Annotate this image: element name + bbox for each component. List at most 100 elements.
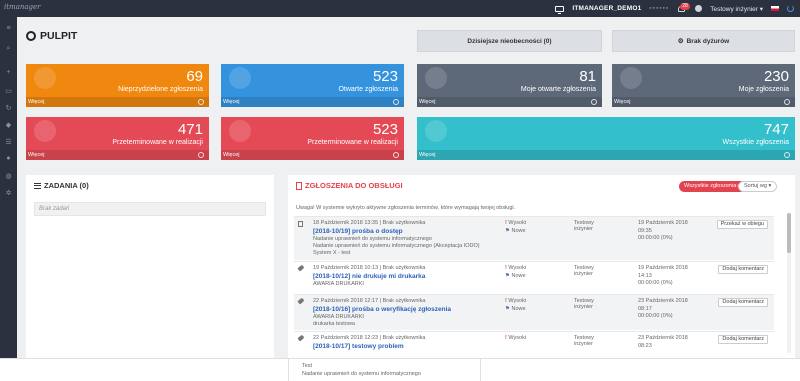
sort-by-button[interactable]: Sortuj wg ▾ bbox=[738, 181, 778, 192]
tile-more-link[interactable]: Więcej bbox=[221, 150, 404, 160]
tile-my-open[interactable]: 81 Moje otwarte zgłoszenia Więcej bbox=[417, 64, 602, 107]
tile-background-icon bbox=[425, 120, 447, 142]
document-icon bbox=[296, 181, 302, 190]
tile-label: Otwarte zgłoszenia bbox=[338, 86, 398, 93]
arrow-circle-icon bbox=[784, 99, 790, 105]
user-menu[interactable]: Testowy inżynier ▾ bbox=[710, 5, 763, 13]
tickets-panel: ZGŁOSZENIA DO OBSŁUGI Wszystkie zgłoszen… bbox=[288, 175, 795, 358]
duties-icon: ⚙ bbox=[677, 38, 684, 45]
ticket-priority: ! Wysoki bbox=[505, 265, 527, 271]
tile-number: 230 bbox=[763, 68, 789, 85]
organization-suffix: ▪▪▪▪▪▪ bbox=[649, 5, 670, 12]
power-icon[interactable] bbox=[787, 5, 794, 12]
tile-background-icon bbox=[34, 120, 56, 142]
duties-button[interactable]: ⚙ Brak dyżurów bbox=[612, 30, 795, 52]
ticket-title-link[interactable]: [2018-10/17] testowy problem bbox=[313, 343, 404, 350]
list-icon bbox=[34, 182, 41, 189]
tile-more-link[interactable]: Więcej bbox=[612, 97, 795, 107]
ticket-row[interactable]: 22 Październik 2018 12:17 | Brak użytkow… bbox=[294, 294, 774, 330]
tile-number: 523 bbox=[372, 68, 398, 85]
ticket-elapsed: 00:00:00 (0%) bbox=[638, 313, 673, 319]
tile-more-link[interactable]: Więcej bbox=[26, 150, 209, 160]
overdue-notice: Uwaga! W systemie wykryto aktywne zgłosz… bbox=[296, 205, 516, 211]
tile-label: Przeterminowane w realizacji bbox=[112, 139, 203, 146]
ticket-deadline-date: 19 Październik 2018 09:35 bbox=[638, 220, 688, 234]
ticket-title-link[interactable]: [2018-10/16] prośba o weryfikację zgłosz… bbox=[313, 306, 451, 313]
ticket-priority-text: Wysoki bbox=[508, 298, 527, 304]
plus-icon[interactable]: + bbox=[4, 69, 13, 76]
ticket-category: Nadanie uprawnień do systemu informatycz… bbox=[313, 236, 432, 242]
tile-number: 523 bbox=[372, 121, 398, 138]
ticket-row[interactable]: 19 Październik 2018 10:13 | Brak użytkow… bbox=[294, 261, 774, 293]
ticket-status: ⚑ Nowe bbox=[505, 273, 526, 279]
tile-open[interactable]: 523 Otwarte zgłoszenia Więcej bbox=[221, 64, 404, 107]
organization-name[interactable]: ITMANAGER_DEMO1 bbox=[572, 5, 641, 12]
page-title: PULPIT bbox=[26, 30, 77, 42]
ticket-row[interactable]: 22 Październik 2018 12:23 | Brak użytkow… bbox=[294, 331, 774, 358]
scrollbar-thumb[interactable] bbox=[787, 213, 791, 253]
ticket-assignee: Testowy inżynier bbox=[574, 335, 594, 347]
globe-icon[interactable]: ◍ bbox=[4, 172, 13, 180]
menu-icon[interactable]: ≡ bbox=[4, 25, 13, 32]
top-bar-right: ITMANAGER_DEMO1 ▪▪▪▪▪▪ 28 Testowy inżyni… bbox=[555, 0, 794, 17]
sidebar: ≡ ⌕ + ▭ ↻ ◆ ☰ ● ◍ ✲ bbox=[0, 17, 17, 381]
notifications-button[interactable]: 28 bbox=[677, 2, 690, 14]
tasks-panel: ZADANIA (0) Brak zadań bbox=[26, 175, 274, 358]
divider bbox=[480, 359, 481, 381]
tile-more-link[interactable]: Więcej bbox=[26, 97, 209, 107]
tile-mine[interactable]: 230 Moje zgłoszenia Więcej bbox=[612, 64, 795, 107]
absences-button[interactable]: Dzisiejsze nieobecności (0) bbox=[417, 30, 602, 52]
ticket-date: 22 Październik 2018 12:17 | Brak użytkow… bbox=[313, 298, 426, 304]
tile-overdue-2[interactable]: 523 Przeterminowane w realizacji Więcej bbox=[221, 117, 404, 160]
all-tickets-filter-button[interactable]: Wszystkie zgłoszenia ▸ bbox=[679, 181, 746, 192]
tasks-empty-message: Brak zadań bbox=[34, 202, 266, 216]
ticket-detail: Nadanie uprawnień do systemu informatycz… bbox=[313, 243, 480, 249]
tile-overdue-1[interactable]: 471 Przeterminowane w realizacji Więcej bbox=[26, 117, 209, 160]
ticket-title-link[interactable]: [2018-10/12] nie drukuje mi drukarka bbox=[313, 273, 425, 280]
ticket-deadline: 23 Październik 2018 08:23 bbox=[638, 335, 698, 350]
arrow-circle-icon bbox=[393, 152, 399, 158]
cogs-icon[interactable]: ✲ bbox=[4, 189, 13, 197]
arrow-circle-icon bbox=[393, 99, 399, 105]
ticket-extra: System X - test bbox=[313, 250, 351, 256]
add-comment-button[interactable]: Dodaj komentarz bbox=[718, 298, 768, 307]
notification-count-badge: 28 bbox=[680, 2, 690, 10]
tile-background-icon bbox=[229, 67, 251, 89]
tile-number: 69 bbox=[186, 68, 203, 85]
tile-label: Moje otwarte zgłoszenia bbox=[520, 86, 596, 93]
ticket-priority-text: Wysoki bbox=[508, 220, 527, 226]
desktop-icon[interactable]: ▭ bbox=[4, 87, 13, 95]
tile-more-text: Więcej bbox=[419, 152, 436, 158]
search-icon[interactable]: ⌕ bbox=[4, 45, 13, 52]
users-icon[interactable]: ● bbox=[4, 155, 13, 162]
tag-icon[interactable]: ◆ bbox=[4, 121, 13, 129]
tile-number: 747 bbox=[763, 121, 789, 138]
page-title-text: PULPIT bbox=[40, 30, 78, 42]
ticket-priority: ! Wysoki bbox=[505, 298, 527, 304]
ticket-status-text: Nowe bbox=[511, 228, 526, 234]
app-logo[interactable]: itmanager bbox=[4, 3, 41, 14]
divider bbox=[288, 359, 289, 381]
tile-more-link[interactable]: Więcej bbox=[221, 97, 404, 107]
ticket-deadline-date: 23 Październik 2018 08:23 bbox=[638, 335, 688, 349]
ticket-date: 22 Październik 2018 12:23 | Brak użytkow… bbox=[313, 335, 426, 341]
ticket-title-link[interactable]: [2018-10/19] prośba o dostęp bbox=[313, 228, 403, 235]
tile-unassigned[interactable]: 69 Nieprzydzielone zgłoszenia Więcej bbox=[26, 64, 209, 107]
list-icon[interactable]: ☰ bbox=[4, 138, 13, 146]
ticket-assignee: Testowy inżynier bbox=[574, 265, 594, 277]
ticket-row[interactable]: 18 Październik 2018 13:35 | Brak użytkow… bbox=[294, 216, 774, 260]
bottom-category: Nadanie uprawnień do systemu informatycz… bbox=[302, 371, 421, 377]
bottom-label: Test bbox=[302, 363, 313, 369]
tile-label: Przeterminowane w realizacji bbox=[307, 139, 398, 146]
forward-button[interactable]: Przekaż w obiegu bbox=[716, 220, 768, 229]
tag-icon bbox=[297, 264, 305, 272]
tile-more-link[interactable]: Więcej bbox=[417, 97, 602, 107]
tile-all[interactable]: 747 Wszystkie zgłoszenia Więcej bbox=[417, 117, 795, 160]
add-comment-button[interactable]: Dodaj komentarz bbox=[718, 265, 768, 274]
tile-more-link[interactable]: Więcej bbox=[417, 150, 795, 160]
tile-label: Moje zgłoszenia bbox=[738, 86, 789, 93]
add-comment-button[interactable]: Dodaj komentarz bbox=[718, 335, 768, 344]
tickets-scrollbar[interactable] bbox=[787, 213, 791, 353]
polish-flag-icon[interactable] bbox=[771, 6, 779, 11]
refresh-icon[interactable]: ↻ bbox=[4, 104, 13, 112]
